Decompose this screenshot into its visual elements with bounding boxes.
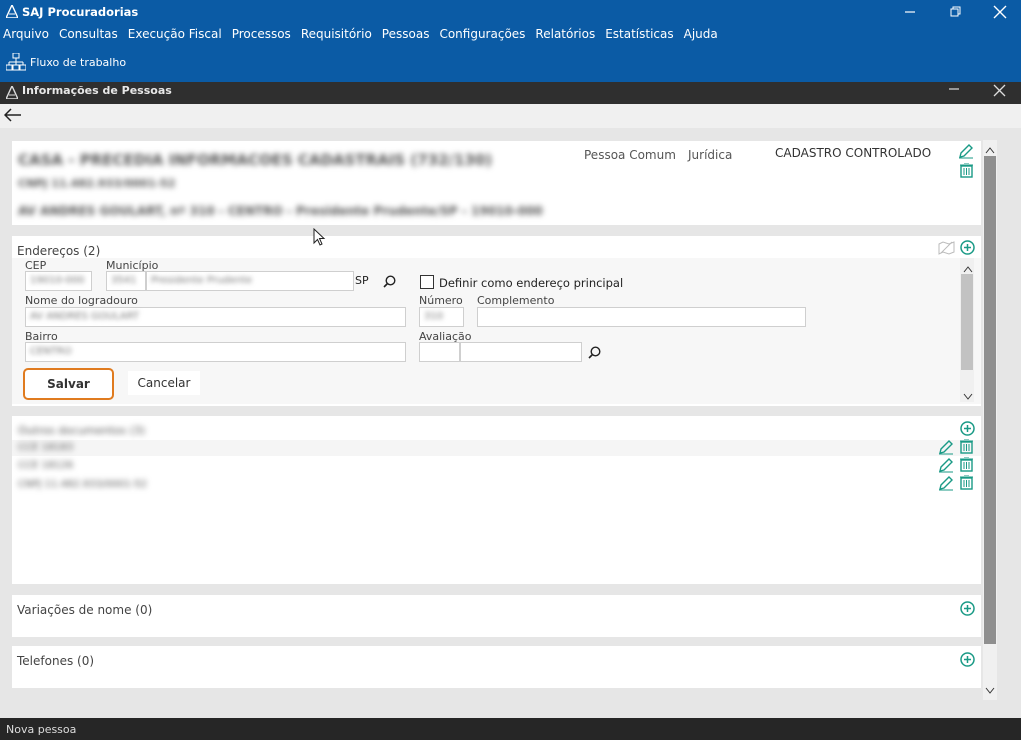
map-icon[interactable]: [938, 240, 955, 255]
inner-title-bar: Informações de Pessoas: [0, 82, 1021, 104]
search-avaliacao-icon[interactable]: [588, 346, 601, 359]
menu-pessoas[interactable]: Pessoas: [382, 27, 430, 41]
person-summary-panel: CASA - PRECEDIA INFORMACOES CADASTRAIS (…: [12, 141, 981, 225]
document-row-highlight: [12, 440, 981, 456]
menu-bar: Arquivo Consultas Execução Fiscal Proces…: [0, 24, 1021, 44]
documents-header: Outros documentos (3): [18, 424, 146, 437]
document-row[interactable]: CNPJ 11.482.933/0001-52: [18, 479, 147, 490]
save-button[interactable]: Salvar: [23, 368, 114, 400]
uf-label: SP: [355, 274, 369, 287]
add-address-icon[interactable]: [960, 240, 975, 255]
person-nature: Jurídica: [688, 148, 733, 162]
document-row[interactable]: CCE 18183: [18, 442, 73, 453]
main-scrollbar-thumb[interactable]: [984, 156, 996, 644]
inner-close-button[interactable]: [993, 84, 1006, 100]
search-municipio-icon[interactable]: [383, 275, 396, 288]
delete-trash-icon[interactable]: [960, 457, 973, 472]
status-bar: Nova pessoa: [0, 718, 1021, 740]
address-scroll-up-icon[interactable]: [963, 262, 973, 276]
address-scrollbar-thumb[interactable]: [961, 274, 973, 370]
cancel-button[interactable]: Cancelar: [128, 371, 200, 395]
app-window: SAJ Procuradorias Arquivo Consultas Exec…: [0, 0, 1021, 740]
address-form: CEP 19010-000 Município 3541 Presidente …: [12, 258, 981, 404]
main-scroll-up-icon[interactable]: [985, 143, 995, 157]
menu-requisitorio[interactable]: Requisitório: [301, 27, 372, 41]
toolbar: Fluxo de trabalho: [0, 44, 1021, 86]
menu-ajuda[interactable]: Ajuda: [684, 27, 718, 41]
window-title: SAJ Procuradorias: [22, 5, 139, 19]
menu-relatorios[interactable]: Relatórios: [535, 27, 595, 41]
edit-pencil-icon[interactable]: [958, 143, 974, 159]
phones-panel: Telefones (0): [12, 646, 981, 688]
menu-configuracoes[interactable]: Configurações: [439, 27, 525, 41]
menu-processos[interactable]: Processos: [232, 27, 291, 41]
name-variations-header: Variações de nome (0): [17, 603, 153, 617]
navigation-bar: [0, 104, 1021, 128]
avaliacao-code-input[interactable]: [419, 342, 460, 362]
person-type: Pessoa Comum: [584, 148, 676, 162]
phones-header: Telefones (0): [17, 654, 95, 668]
numero-label: Número: [419, 294, 463, 307]
complemento-input[interactable]: [477, 307, 806, 327]
edit-pencil-icon[interactable]: [938, 457, 954, 473]
logradouro-label: Nome do logradouro: [25, 294, 138, 307]
complemento-label: Complemento: [477, 294, 555, 307]
documents-panel: Outros documentos (3) CCE 18183 CCE 1812…: [12, 416, 981, 584]
status-text: Nova pessoa: [6, 723, 77, 736]
delete-trash-icon[interactable]: [960, 439, 973, 454]
delete-trash-icon[interactable]: [960, 475, 973, 490]
inner-window-title: Informações de Pessoas: [22, 84, 172, 97]
logradouro-input[interactable]: AV ANDRES GOULART: [25, 307, 406, 327]
restore-button[interactable]: [933, 0, 979, 24]
delete-trash-icon[interactable]: [960, 163, 973, 178]
add-document-icon[interactable]: [960, 421, 975, 436]
menu-consultas[interactable]: Consultas: [59, 27, 118, 41]
add-name-variation-icon[interactable]: [960, 601, 975, 616]
municipio-name-input[interactable]: Presidente Prudente: [146, 271, 354, 291]
inner-minimize-button[interactable]: [948, 83, 964, 97]
edit-pencil-icon[interactable]: [938, 439, 954, 455]
cep-input[interactable]: 19010-000: [25, 271, 92, 291]
back-arrow-icon[interactable]: [3, 108, 22, 125]
menu-arquivo[interactable]: Arquivo: [3, 27, 49, 41]
mouse-cursor-icon: [313, 227, 326, 249]
addresses-panel: Endereços (2) CEP 19010-000 Município 35…: [12, 236, 981, 406]
close-button[interactable]: [977, 0, 1021, 24]
addresses-header: Endereços (2): [17, 244, 101, 258]
main-scroll-down-icon[interactable]: [985, 684, 995, 698]
principal-label: Definir como endereço principal: [439, 276, 624, 290]
workflow-button[interactable]: Fluxo de trabalho: [30, 56, 126, 69]
bairro-input[interactable]: CENTRO: [25, 342, 406, 362]
person-name: CASA - PRECEDIA INFORMACOES CADASTRAIS (…: [18, 151, 493, 169]
person-address: AV ANDRES GOULART, nº 310 - CENTRO - Pre…: [18, 204, 543, 218]
person-document: CNPJ 11.482.933/0001-52: [18, 177, 176, 190]
address-scroll-down-icon[interactable]: [963, 390, 973, 404]
title-bar: SAJ Procuradorias: [0, 0, 1021, 24]
inner-logo-icon: [4, 84, 20, 102]
document-row[interactable]: CCE 18126: [18, 460, 73, 471]
municipio-code-input[interactable]: 3541: [106, 271, 146, 291]
menu-estatisticas[interactable]: Estatísticas: [605, 27, 673, 41]
workflow-icon[interactable]: [5, 52, 27, 74]
minimize-button[interactable]: [887, 0, 933, 24]
numero-input[interactable]: 310: [419, 307, 464, 327]
add-phone-icon[interactable]: [960, 652, 975, 667]
name-variations-panel: Variações de nome (0): [12, 595, 981, 637]
app-logo-icon: [4, 3, 20, 21]
edit-pencil-icon[interactable]: [938, 475, 954, 491]
principal-checkbox[interactable]: [420, 275, 434, 289]
menu-execucao-fiscal[interactable]: Execução Fiscal: [128, 27, 222, 41]
avaliacao-value-input[interactable]: [460, 342, 582, 362]
person-status: CADASTRO CONTROLADO: [775, 146, 932, 160]
